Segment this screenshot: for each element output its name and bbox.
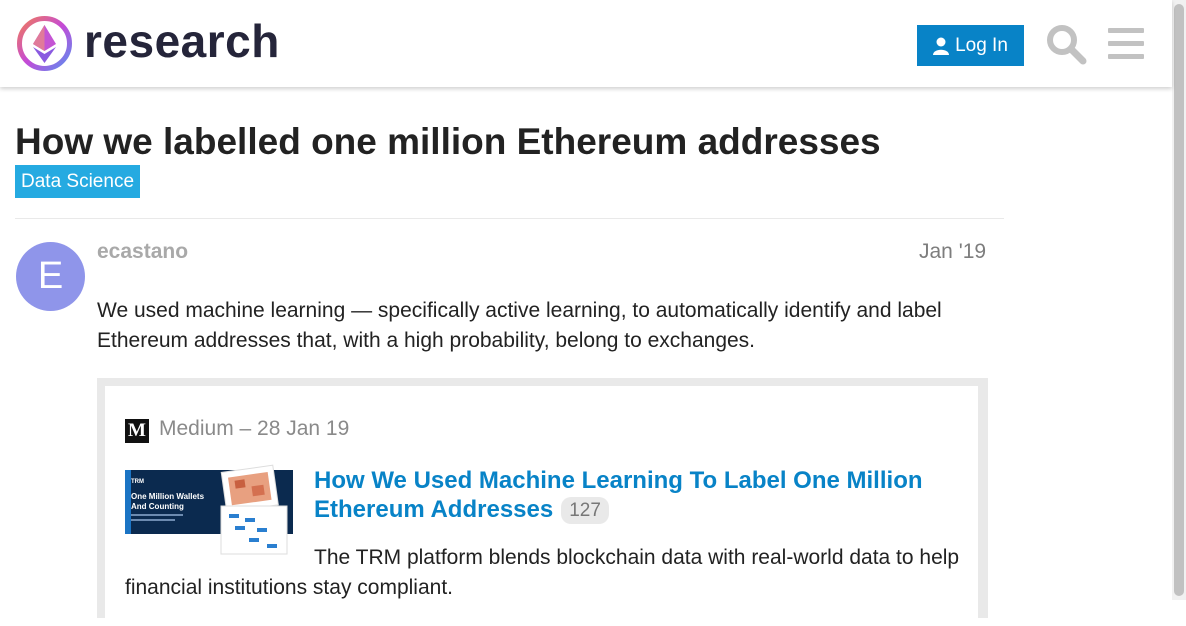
post-date[interactable]: Jan '19 [919, 240, 986, 264]
onebox-title-link[interactable]: How We Used Machine Learning To Label On… [314, 466, 974, 525]
post-username[interactable]: ecastano [97, 240, 188, 264]
ethereum-research-logo[interactable] [16, 15, 73, 72]
link-preview-onebox: M Medium – 28 Jan 19 TRM One Million Wal… [97, 378, 988, 626]
thumbnail-brand: TRM [131, 479, 144, 485]
hamburger-menu-icon[interactable] [1104, 22, 1148, 66]
onebox-description: The TRM platform blends blockchain data … [125, 546, 960, 599]
scrollbar-thumb[interactable] [1174, 4, 1184, 596]
thumbnail-headline-2: And Counting [131, 502, 184, 511]
site-header: research Log In [0, 0, 1172, 87]
search-icon[interactable] [1044, 22, 1088, 66]
avatar[interactable]: E [16, 242, 85, 311]
user-icon [933, 37, 950, 55]
page-scrollbar[interactable] [1172, 0, 1186, 600]
title-divider [15, 218, 1004, 219]
site-name[interactable]: research [84, 14, 280, 68]
click-count-badge: 127 [561, 497, 609, 525]
onebox-title-text[interactable]: How We Used Machine Learning To Label On… [314, 467, 923, 523]
post-body-text: We used machine learning — specifically … [97, 299, 942, 352]
category-badge[interactable]: Data Science [15, 165, 141, 198]
onebox-source[interactable]: Medium – 28 Jan 19 [159, 417, 349, 441]
medium-icon: M [125, 419, 149, 443]
thumbnail-headline-1: One Million Wallets [131, 492, 205, 501]
login-label: Log In [955, 34, 1008, 56]
onebox-content: M Medium – 28 Jan 19 TRM One Million Wal… [105, 386, 978, 626]
topic-title[interactable]: How we labelled one million Ethereum add… [15, 121, 881, 163]
login-button[interactable]: Log In [917, 25, 1024, 66]
